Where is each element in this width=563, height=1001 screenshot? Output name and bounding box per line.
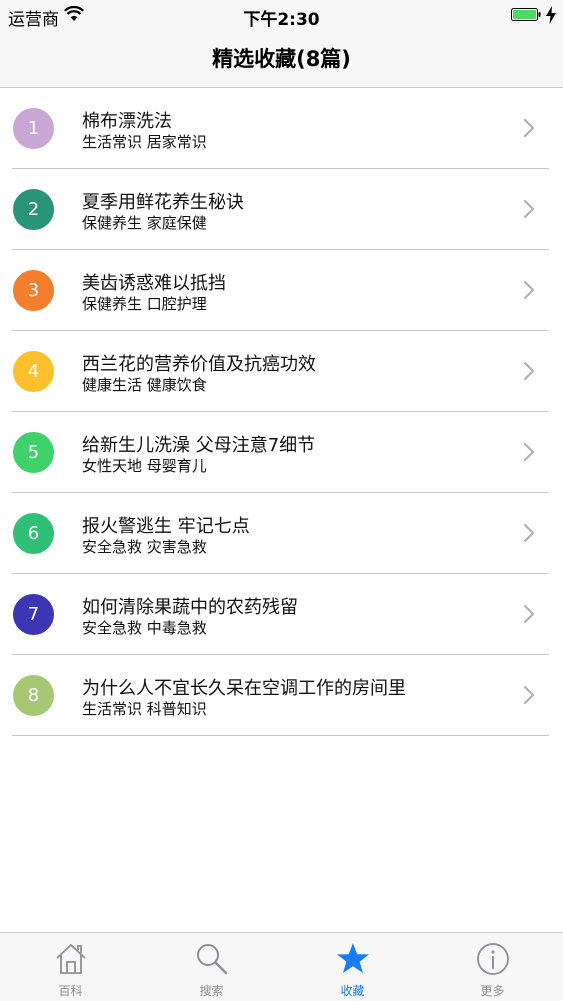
chevron-right-icon [523, 280, 535, 300]
battery-icon [511, 8, 541, 21]
tab-search[interactable]: 搜索 [141, 933, 282, 1001]
tab-label: 收藏 [340, 984, 365, 998]
number-badge: 1 [13, 108, 54, 149]
number-badge: 6 [13, 513, 54, 554]
item-tags: 保健养生 家庭保健 [82, 214, 207, 232]
item-tags: 健康生活 健康饮食 [82, 376, 207, 394]
tab-favorites[interactable]: 收藏 [282, 933, 423, 1001]
item-tags: 安全急救 中毒急救 [82, 619, 207, 637]
list-item[interactable]: 7 如何清除果蔬中的农药残留 安全急救 中毒急救 [0, 574, 563, 655]
chevron-right-icon [523, 523, 535, 543]
number-badge: 3 [13, 270, 54, 311]
item-tags: 女性天地 母婴育儿 [82, 457, 207, 475]
search-icon [197, 944, 228, 975]
favorites-list: 1 棉布漂洗法 生活常识 居家常识 2 夏季用鲜花养生秘诀 保健养生 家庭保健 … [0, 88, 563, 736]
item-title: 为什么人不宜长久呆在空调工作的房间里 [82, 678, 406, 699]
info-icon [477, 943, 509, 975]
chevron-right-icon [523, 361, 535, 381]
item-tags: 保健养生 口腔护理 [82, 295, 207, 313]
number-badge: 8 [13, 675, 54, 716]
list-item[interactable]: 4 西兰花的营养价值及抗癌功效 健康生活 健康饮食 [0, 331, 563, 412]
list-item[interactable]: 1 棉布漂洗法 生活常识 居家常识 [0, 88, 563, 169]
chevron-right-icon [523, 199, 535, 219]
number-badge: 7 [13, 594, 54, 635]
tab-baike[interactable]: 百科 [0, 933, 141, 1001]
tab-bar: 百科 搜索 收藏 更多 [0, 932, 563, 1001]
item-tags: 生活常识 居家常识 [82, 133, 207, 151]
item-title: 报火警逃生 牢记七点 [82, 516, 250, 537]
tab-label: 更多 [480, 984, 505, 998]
item-tags: 安全急救 灾害急救 [82, 538, 207, 556]
home-icon [56, 944, 86, 974]
tab-more[interactable]: 更多 [422, 933, 563, 1001]
item-title: 如何清除果蔬中的农药残留 [82, 597, 298, 618]
tab-label: 百科 [58, 984, 83, 998]
item-title: 西兰花的营养价值及抗癌功效 [82, 354, 316, 375]
chevron-right-icon [523, 442, 535, 462]
list-item[interactable]: 3 美齿诱惑难以抵挡 保健养生 口腔护理 [0, 250, 563, 331]
item-title: 棉布漂洗法 [82, 111, 172, 132]
chevron-right-icon [523, 685, 535, 705]
page-title: 精选收藏(8篇) [212, 47, 351, 71]
navigation-bar: 精选收藏(8篇) [0, 30, 563, 88]
list-item[interactable]: 8 为什么人不宜长久呆在空调工作的房间里 生活常识 科普知识 [0, 655, 563, 736]
chevron-right-icon [523, 604, 535, 624]
item-tags: 生活常识 科普知识 [82, 700, 207, 718]
status-bar: 运营商 下午2:30 [0, 0, 563, 30]
number-badge: 4 [13, 351, 54, 392]
list-item[interactable]: 6 报火警逃生 牢记七点 安全急救 灾害急救 [0, 493, 563, 574]
status-time: 下午2:30 [243, 10, 320, 30]
tab-label: 搜索 [199, 984, 224, 998]
number-badge: 5 [13, 432, 54, 473]
list-item[interactable]: 2 夏季用鲜花养生秘诀 保健养生 家庭保健 [0, 169, 563, 250]
item-title: 美齿诱惑难以抵挡 [82, 273, 226, 294]
list-item[interactable]: 5 给新生儿洗澡 父母注意7细节 女性天地 母婴育儿 [0, 412, 563, 493]
chevron-right-icon [523, 118, 535, 138]
number-badge: 2 [13, 189, 54, 230]
star-icon [337, 943, 369, 973]
item-title: 给新生儿洗澡 父母注意7细节 [82, 435, 316, 456]
charging-icon [546, 6, 556, 24]
item-title: 夏季用鲜花养生秘诀 [82, 192, 244, 213]
